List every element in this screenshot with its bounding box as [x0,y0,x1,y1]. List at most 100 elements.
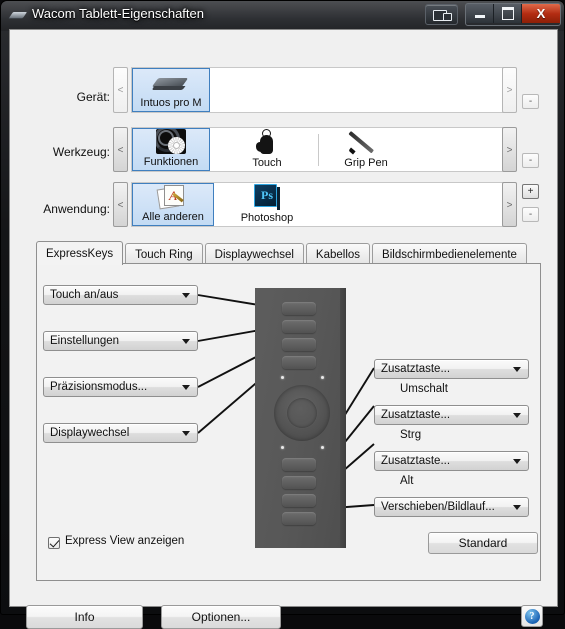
dropdown-value: Displaywechsel [50,427,130,439]
optionen-button[interactable]: Optionen... [161,605,281,629]
ring-dot-tl [281,376,284,379]
device-next-button[interactable]: > [502,67,517,113]
tool-prev-button[interactable]: < [113,127,128,172]
application-prev-button[interactable]: < [113,182,128,227]
pen-icon [348,129,384,155]
tab-label: Kabellos [315,248,361,261]
tool-tile-label: Touch [252,157,282,169]
tab-displaywechsel[interactable]: Displaywechsel [204,243,304,265]
chevron-down-icon [182,385,190,390]
ring-dot-br [321,446,324,449]
application-remove-button[interactable]: - [522,207,539,222]
tab-label: Touch Ring [135,248,193,261]
client-area: Gerät: < Intuos pro M > - Werkzeug: < Fu… [9,29,558,629]
window-frame: Wacom Tablett-Eigenschaften X Gerät: < I… [0,0,565,629]
all-other-apps-icon: A [156,184,188,210]
tool-strip: Funktionen Touch Grip Pen [131,127,506,172]
info-button[interactable]: Info [26,605,143,629]
chevron-down-icon [513,459,521,464]
display-toggle-button[interactable] [425,4,458,25]
device-tile-label: Intuos pro M [140,97,202,109]
expresskey-dropdown-left-4[interactable]: Displaywechsel [43,423,198,443]
expresskey-bottom-3[interactable] [282,494,316,507]
application-tile-alle-anderen[interactable]: A Alle anderen [132,183,214,226]
chevron-down-icon [182,293,190,298]
expresskey-dropdown-right-4[interactable]: Verschieben/Bildlauf... [374,497,529,517]
chevron-down-icon [182,431,190,436]
expresskey-bottom-4[interactable] [282,512,316,525]
tab-bar: ExpressKeys Touch Ring Displaywechsel Ka… [36,241,529,265]
help-button[interactable]: ? [521,605,543,627]
tool-tile-grip-pen[interactable]: Grip Pen [324,128,408,171]
application-tile-label: Photoshop [240,212,294,224]
application-tile-label: Alle anderen [142,211,204,223]
dropdown-value: Touch an/aus [50,289,119,301]
device-strip: Intuos pro M [131,67,506,113]
tab-expresskeys[interactable]: ExpressKeys [36,241,124,265]
tab-label: Bildschirmbedienelemente [382,248,517,261]
tool-tile-touch[interactable]: Touch [228,128,306,171]
touch-finger-icon [256,129,278,155]
application-next-button[interactable]: > [502,182,517,227]
dropdown-value: Zusatztaste... [381,363,451,375]
device-tile-intuos-pro-m[interactable]: Intuos pro M [132,68,210,112]
expresskey-sublabel-right-1: Umschalt [400,383,448,395]
maximize-button[interactable] [494,4,522,23]
selector-label-tool: Werkzeug: [52,145,110,159]
expresskey-bottom-2[interactable] [282,476,316,489]
tool-next-button[interactable]: > [502,127,517,172]
window-title: Wacom Tablett-Eigenschaften [32,6,204,21]
expresskey-bottom-1[interactable] [282,458,316,471]
touch-ring[interactable] [274,385,330,441]
functions-icon [156,129,186,154]
chevron-down-icon [513,367,521,372]
device-prev-button[interactable]: < [113,67,128,113]
ring-dot-tr [321,376,324,379]
tab-label: Displaywechsel [214,248,294,261]
chevron-down-icon [513,505,521,510]
express-view-label: Express View anzeigen [65,535,185,547]
title-bar[interactable]: Wacom Tablett-Eigenschaften X [1,1,565,29]
selector-label-application: Anwendung: [43,202,110,216]
expresskey-dropdown-right-1[interactable]: Zusatztaste... [374,359,529,379]
expresskey-dropdown-left-3[interactable]: Präzisionsmodus... [43,377,198,397]
dropdown-value: Zusatztaste... [381,455,451,467]
chevron-down-icon [182,339,190,344]
standard-button[interactable]: Standard [428,532,538,554]
minimize-button[interactable] [466,4,494,23]
expresskey-sublabel-right-2: Strg [400,429,422,441]
selector-label-device: Gerät: [76,90,110,104]
tab-touch-ring[interactable]: Touch Ring [125,243,203,265]
help-icon: ? [524,608,540,624]
tool-remove-button[interactable]: - [522,153,539,168]
tool-tile-label: Funktionen [143,156,199,168]
expresskey-top-1[interactable] [282,302,316,315]
tool-divider [318,134,319,166]
expresskey-top-3[interactable] [282,338,316,351]
expresskey-sublabel-right-3: Alt [400,475,414,487]
expresskey-dropdown-left-1[interactable]: Touch an/aus [43,285,198,305]
ring-dot-bl [281,446,284,449]
express-view-checkbox[interactable] [48,537,60,549]
dropdown-value: Präzisionsmodus... [50,381,148,393]
expresskey-dropdown-left-2[interactable]: Einstellungen [43,331,198,351]
expresskey-top-2[interactable] [282,320,316,333]
close-button[interactable]: X [522,4,560,23]
intuos-pro-m-diagram [255,288,346,548]
window-controls: X [465,3,561,26]
application-add-button[interactable]: + [522,184,539,199]
tab-label: ExpressKeys [46,247,114,260]
tool-tile-funktionen[interactable]: Funktionen [132,128,210,171]
tab-kabellos[interactable]: Kabellos [305,243,371,265]
tab-bildschirmbedienelemente[interactable]: Bildschirmbedienelemente [372,243,527,265]
tablet-icon [151,75,190,95]
dropdown-value: Einstellungen [50,335,120,347]
expresskey-dropdown-right-2[interactable]: Zusatztaste... [374,405,529,425]
chevron-down-icon [513,413,521,418]
expresskey-dropdown-right-3[interactable]: Zusatztaste... [374,451,529,471]
tool-tile-label: Grip Pen [344,157,388,169]
wacom-tablet-icon [8,8,28,22]
application-tile-photoshop[interactable]: Ps Photoshop [230,183,304,226]
device-remove-button[interactable]: - [522,94,539,109]
expresskey-top-4[interactable] [282,356,316,369]
